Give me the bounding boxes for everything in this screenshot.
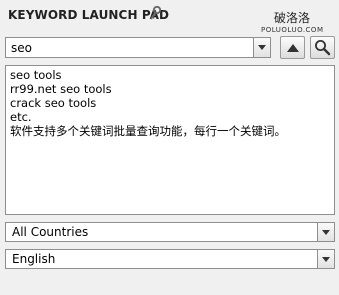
page-title: KEYWORD LAUNCH PAD — [8, 8, 170, 22]
chevron-down-icon — [322, 256, 330, 262]
search-input[interactable] — [6, 38, 252, 57]
watermark-url: POLUOLUO.COM — [261, 26, 324, 34]
key-icon[interactable] — [149, 5, 162, 26]
chevron-down-icon — [258, 45, 266, 50]
keyword-line: rr99.net seo tools — [10, 82, 112, 96]
keywords-textarea[interactable]: seo tools rr99.net seo tools crack seo t… — [5, 65, 335, 215]
keyword-line: etc. — [10, 110, 32, 124]
search-dropdown-button[interactable] — [253, 38, 270, 57]
chevron-down-icon — [322, 229, 330, 235]
header: KEYWORD LAUNCH PAD 破洛洛 POLUOLUO.COM — [0, 0, 339, 34]
language-select-value: English — [12, 252, 56, 266]
search-button[interactable] — [310, 36, 335, 59]
language-dropdown-button[interactable] — [317, 250, 334, 268]
keyword-line: 软件支持多个关键词批量查询功能，每行一个关键词。 — [10, 124, 286, 138]
language-select[interactable]: English — [5, 249, 335, 269]
country-select-value: All Countries — [12, 225, 89, 239]
watermark-text: 破洛洛 — [274, 11, 311, 25]
keyword-line: crack seo tools — [10, 96, 97, 110]
magnifier-icon — [315, 40, 331, 56]
keyword-line: seo tools — [10, 68, 62, 82]
country-select[interactable]: All Countries — [5, 222, 335, 242]
country-dropdown-button[interactable] — [317, 223, 334, 241]
up-button[interactable] — [280, 36, 305, 59]
search-combobox[interactable] — [5, 37, 271, 58]
arrow-up-icon — [286, 43, 299, 52]
